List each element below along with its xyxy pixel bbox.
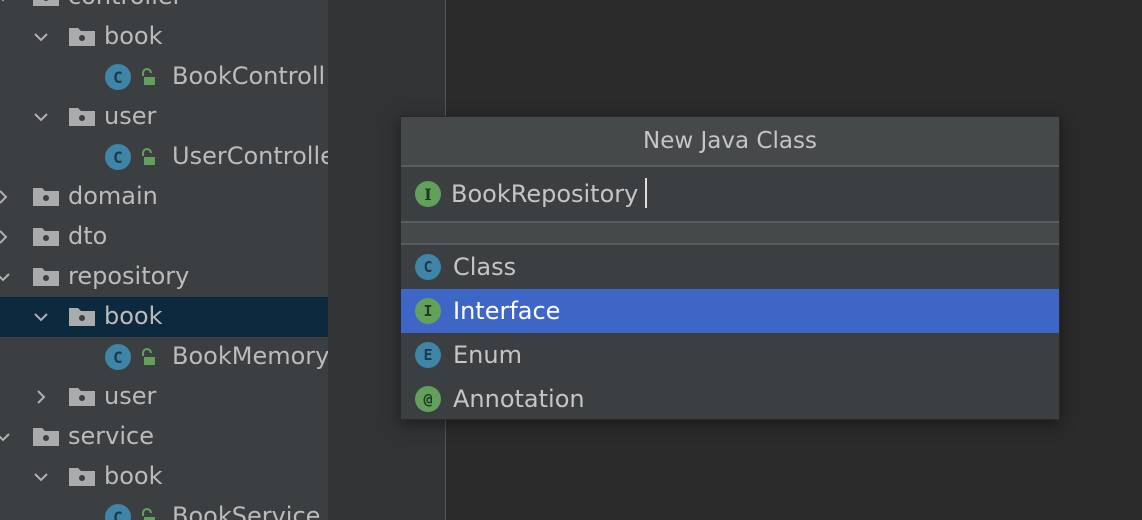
lock-icon [140, 348, 156, 366]
chevron-down-icon[interactable] [0, 428, 12, 446]
tree-item-user[interactable]: user [0, 97, 328, 137]
package-folder-icon [32, 185, 60, 207]
tree-item-controller[interactable]: controller [0, 0, 328, 17]
chevron-down-icon[interactable] [32, 108, 50, 126]
annotation-type-icon: @ [415, 386, 441, 412]
new-java-class-dialog: New Java Class I C Class I Interface E Enum @ A… [400, 116, 1060, 420]
package-folder-icon [68, 385, 96, 407]
tree-item-usercontrolle[interactable]: C UserControlle [0, 137, 328, 177]
dialog-title: New Java Class [401, 117, 1059, 167]
tree-item-domain[interactable]: domain [0, 177, 328, 217]
kind-option-label: Enum [453, 341, 522, 369]
lock-icon [140, 68, 156, 86]
tree-item-label: user [104, 102, 157, 130]
tree-item-service[interactable]: service [0, 417, 328, 457]
class-icon: C [105, 64, 131, 90]
class-name-row: I [401, 167, 1059, 221]
kind-option-label: Annotation [453, 385, 585, 413]
kind-option-label: Class [453, 253, 517, 281]
package-folder-icon [32, 0, 60, 7]
lock-icon [140, 148, 156, 166]
tree-item-bookservice[interactable]: C BookService [0, 497, 328, 520]
tree-item-label: BookMemory [172, 342, 328, 370]
tree-item-book[interactable]: book [0, 297, 328, 337]
tree-item-repository[interactable]: repository [0, 257, 328, 297]
tree-item-label: UserControlle [172, 142, 328, 170]
chevron-right-icon[interactable] [32, 388, 50, 406]
tree-item-label: domain [68, 182, 158, 210]
kind-option-interface[interactable]: I Interface [401, 289, 1059, 333]
tree-item-label: BookService [172, 502, 321, 520]
tree-item-label: repository [68, 262, 190, 290]
chevron-down-icon[interactable] [32, 468, 50, 486]
chevron-down-icon[interactable] [0, 268, 12, 286]
class-icon: C [105, 144, 131, 170]
chevron-right-icon[interactable] [0, 228, 12, 246]
package-folder-icon [68, 25, 96, 47]
tree-item-label: book [104, 302, 163, 330]
tree-item-label: BookControll [172, 62, 326, 90]
chevron-right-icon[interactable] [0, 188, 12, 206]
tree-item-label: book [104, 22, 163, 50]
package-folder-icon [32, 425, 60, 447]
tree-item-label: controller [68, 0, 183, 10]
package-folder-icon [32, 225, 60, 247]
kind-option-class[interactable]: C Class [401, 245, 1059, 289]
kind-option-annotation[interactable]: @ Annotation [401, 377, 1059, 421]
package-folder-icon [68, 305, 96, 327]
tree-item-bookcontroll[interactable]: C BookControll [0, 57, 328, 97]
lock-icon [140, 508, 156, 520]
class-name-input[interactable] [451, 175, 1041, 213]
text-caret [645, 178, 647, 208]
interface-type-icon: I [415, 181, 441, 207]
tree-item-label: service [68, 422, 154, 450]
package-folder-icon [68, 465, 96, 487]
class-icon: C [105, 504, 131, 520]
package-folder-icon [32, 265, 60, 287]
chevron-down-icon[interactable] [32, 308, 50, 326]
spacer-strip [401, 223, 1059, 243]
interface-type-icon: I [415, 298, 441, 324]
tree-item-label: user [104, 382, 157, 410]
kind-option-label: Interface [453, 297, 561, 325]
tree-item-dto[interactable]: dto [0, 217, 328, 257]
tree-item-label: dto [68, 222, 108, 250]
class-type-icon: C [415, 254, 441, 280]
package-folder-icon [68, 105, 96, 127]
project-tree[interactable]: controller book C BookControll user C UserCont… [0, 0, 328, 520]
tree-item-user[interactable]: user [0, 377, 328, 417]
tree-item-label: book [104, 462, 163, 490]
kind-option-enum[interactable]: E Enum [401, 333, 1059, 377]
enum-type-icon: E [415, 342, 441, 368]
tree-item-book[interactable]: book [0, 17, 328, 57]
chevron-down-icon[interactable] [0, 0, 12, 6]
tree-item-book[interactable]: book [0, 457, 328, 497]
class-icon: C [105, 344, 131, 370]
chevron-down-icon[interactable] [32, 28, 50, 46]
tree-item-bookmemory[interactable]: C BookMemory [0, 337, 328, 377]
